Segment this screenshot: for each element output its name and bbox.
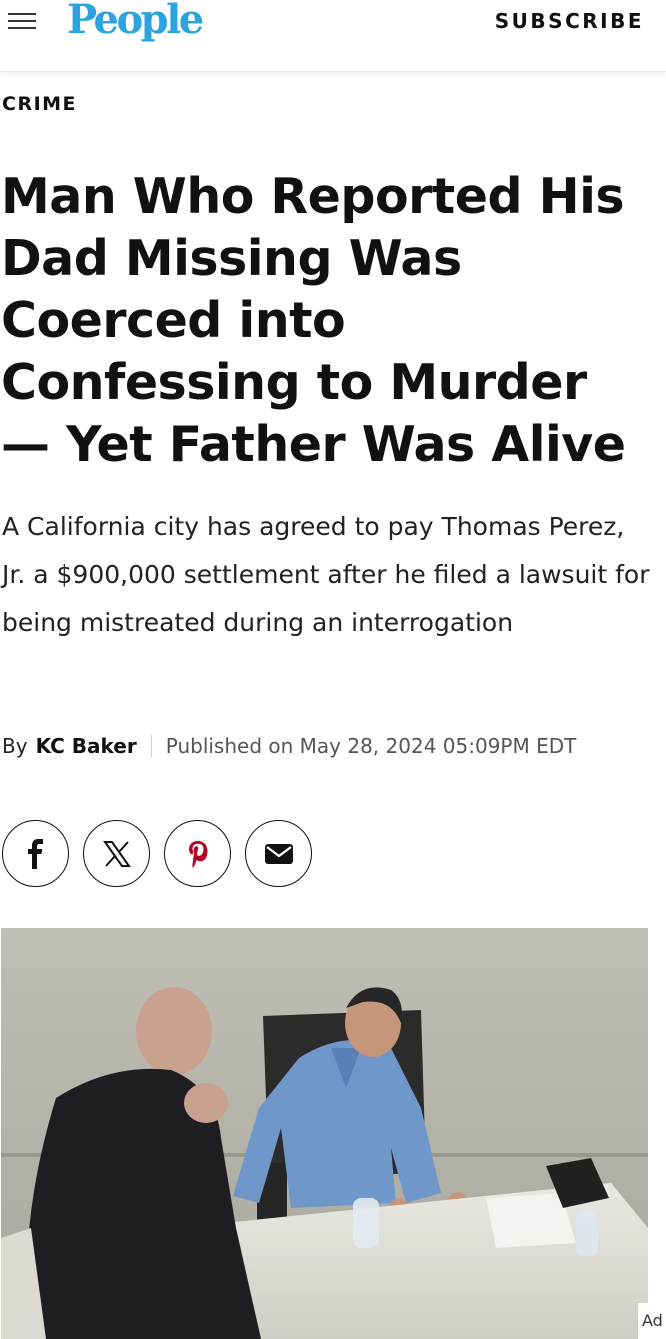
share-pinterest-button[interactable] <box>164 820 231 887</box>
subscribe-button[interactable]: SUBSCRIBE <box>495 9 644 33</box>
share-bar <box>2 820 312 887</box>
share-email-button[interactable] <box>245 820 312 887</box>
publish-date: Published on May 28, 2024 05:09PM EDT <box>165 734 577 758</box>
byline-prefix: By <box>2 734 28 758</box>
author-link[interactable]: KC Baker <box>36 734 137 758</box>
article-category-link[interactable]: CRIME <box>2 93 77 115</box>
site-header: People SUBSCRIBE <box>0 0 666 72</box>
hero-photo <box>1 928 648 1339</box>
facebook-icon <box>27 838 43 869</box>
ad-label: Ad <box>638 1303 666 1339</box>
byline: By KC Baker Published on May 28, 2024 05… <box>2 731 576 761</box>
article-dek: A California city has agreed to pay Thom… <box>2 512 650 637</box>
email-icon <box>264 843 293 864</box>
byline-divider <box>150 735 152 757</box>
share-x-button[interactable] <box>83 820 150 887</box>
pinterest-icon <box>188 840 207 868</box>
interrogation-room-photo <box>1 928 648 1339</box>
x-icon <box>102 840 131 867</box>
people-logo[interactable]: People <box>67 0 204 43</box>
hamburger-menu-icon[interactable] <box>8 10 38 34</box>
article-headline: Man Who Reported His Dad Missing Was Coe… <box>1 168 626 473</box>
share-facebook-button[interactable] <box>2 820 69 887</box>
